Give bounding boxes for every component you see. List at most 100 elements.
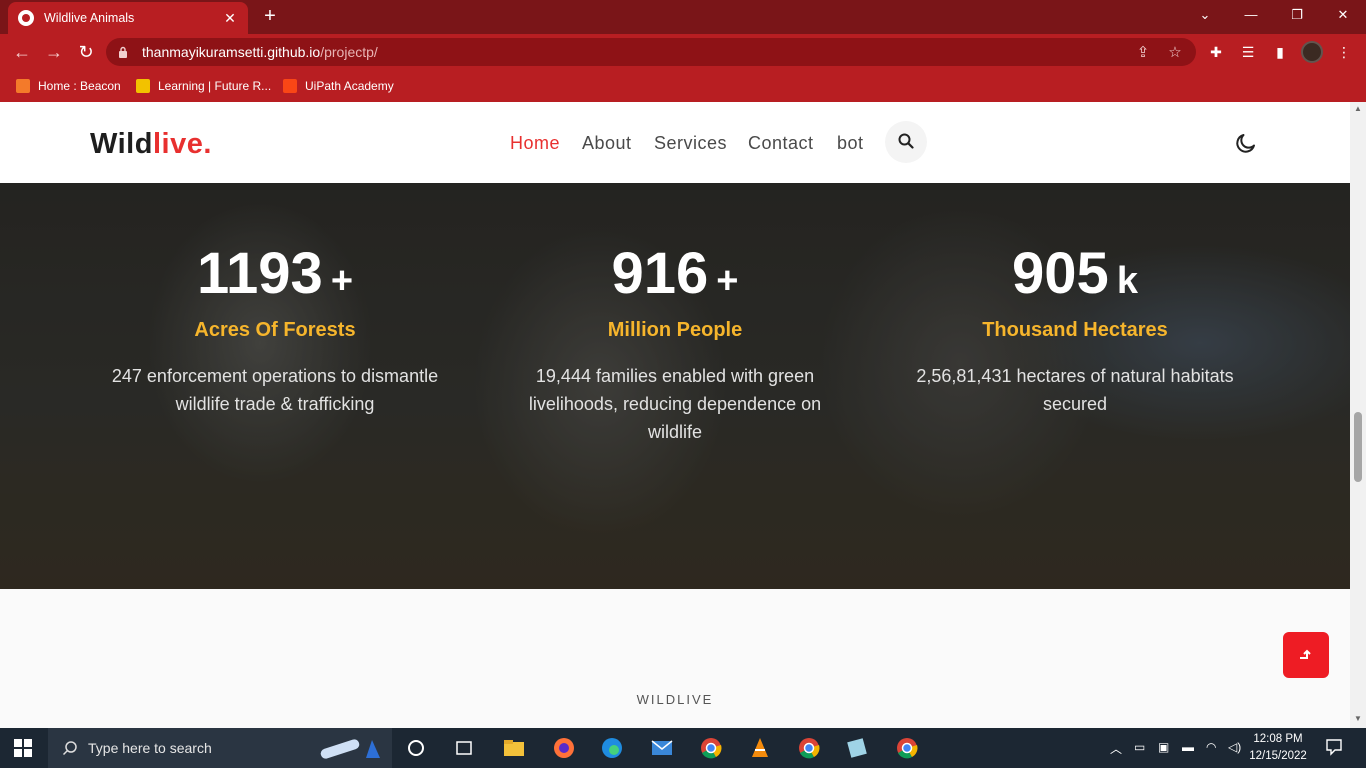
uipath-icon xyxy=(283,79,297,93)
file-explorer-icon[interactable] xyxy=(502,736,526,760)
scroll-to-top-button[interactable] xyxy=(1283,632,1329,678)
chrome-active-icon[interactable] xyxy=(797,736,821,760)
stat-forests: 1193 + Acres Of Forests 247 enforcement o… xyxy=(95,241,455,418)
notification-center-icon[interactable] xyxy=(1325,738,1343,756)
search-icon xyxy=(898,133,914,149)
stat-description: 2,56,81,431 hectares of natural habitats… xyxy=(916,366,1234,414)
address-bar[interactable]: thanmayikuramsetti.github.io/projectp/ ⇪… xyxy=(106,38,1196,66)
windows-taskbar: Type here to search ︿ ▭ ▣ ▬ ◠ ◁) 12:08 P… xyxy=(0,728,1366,768)
bookmark-label: Home : Beacon xyxy=(38,79,121,93)
wifi-icon[interactable]: ◠ xyxy=(1206,740,1216,754)
stat-suffix: + xyxy=(716,260,739,302)
firefox-icon[interactable] xyxy=(552,736,576,760)
restore-button[interactable]: ❐ xyxy=(1274,0,1320,30)
lock-icon xyxy=(119,46,127,58)
scroll-up-arrow-icon[interactable]: ▲ xyxy=(1353,104,1363,114)
url-path: /projectp/ xyxy=(320,44,378,60)
extensions-puzzle-icon[interactable]: ✚ xyxy=(1207,43,1225,61)
stat-value-row: 905 k xyxy=(895,241,1255,307)
taskbar-search-box[interactable]: Type here to search xyxy=(48,728,392,768)
stat-number: 905 xyxy=(1012,241,1109,306)
moon-icon[interactable] xyxy=(1234,131,1258,155)
cortana-icon[interactable] xyxy=(404,736,428,760)
logo-main: Wild xyxy=(90,128,153,160)
site-navbar: Wildlive. Home About Services Contact bo… xyxy=(0,102,1350,183)
nav-services[interactable]: Services xyxy=(654,133,727,154)
bookmark-label: UiPath Academy xyxy=(305,79,394,93)
page-viewport: Wildlive. Home About Services Contact bo… xyxy=(0,102,1366,728)
close-window-button[interactable]: ✕ xyxy=(1320,0,1366,30)
nav-home[interactable]: Home xyxy=(510,133,560,154)
chrome-profile-icon[interactable] xyxy=(895,736,919,760)
chrome-icon[interactable] xyxy=(699,736,723,760)
nav-contact[interactable]: Contact xyxy=(748,133,814,154)
bookmark-star-icon[interactable]: ☆ xyxy=(1166,44,1184,62)
back-arrow-icon[interactable]: ← xyxy=(10,40,34,64)
stat-value-row: 916 + xyxy=(495,241,855,307)
scrollbar-thumb[interactable] xyxy=(1354,412,1362,482)
stat-hectares: 905 k Thousand Hectares 2,56,81,431 hecta… xyxy=(895,241,1255,418)
bookmark-learning[interactable]: Learning | Future R... xyxy=(136,77,271,95)
browser-tab[interactable]: Wildlive Animals ✕ xyxy=(8,2,248,34)
stat-number: 1193 xyxy=(196,241,323,306)
stat-description: 247 enforcement operations to dismantle … xyxy=(111,366,439,414)
stat-suffix: + xyxy=(330,260,354,302)
tab-close-icon[interactable]: ✕ xyxy=(222,10,238,27)
battery-icon[interactable]: ▬ xyxy=(1182,740,1194,754)
profile-avatar[interactable] xyxy=(1301,41,1323,63)
stat-number: 916 xyxy=(611,241,709,306)
section-eyebrow: WILDLIVE xyxy=(636,692,714,707)
beacon-icon xyxy=(16,79,30,93)
vlc-icon[interactable] xyxy=(748,736,772,760)
notes-app-icon[interactable] xyxy=(845,736,869,760)
taskbar-clock[interactable]: 12:08 PM 12/15/2022 xyxy=(1248,731,1308,765)
chrome-menu-icon[interactable]: ⋮ xyxy=(1335,43,1353,61)
url-host: thanmayikuramsetti.github.io xyxy=(142,44,321,60)
learning-icon xyxy=(136,79,150,93)
mail-icon[interactable] xyxy=(650,736,674,760)
bookmark-beacon[interactable]: Home : Beacon xyxy=(16,77,121,95)
stat-label: Acres Of Forests xyxy=(194,319,356,341)
edge-icon[interactable] xyxy=(600,736,624,760)
share-icon[interactable]: ⇪ xyxy=(1134,44,1152,62)
search-highlight-art-icon xyxy=(320,739,380,759)
arrow-up-icon xyxy=(1300,649,1311,659)
clock-date: 12/15/2022 xyxy=(1249,750,1307,762)
clock-time: 12:08 PM xyxy=(1253,733,1303,745)
logo-accent: live. xyxy=(152,128,212,160)
page-scrollbar[interactable]: ▲ ▼ xyxy=(1350,102,1366,728)
task-view-icon[interactable] xyxy=(452,736,476,760)
nav-about[interactable]: About xyxy=(582,133,632,154)
side-panel-icon[interactable]: ▮ xyxy=(1271,43,1289,61)
tray-overflow-chevron-icon[interactable]: ︿ xyxy=(1110,740,1122,757)
scroll-down-arrow-icon[interactable]: ▼ xyxy=(1353,714,1363,724)
bookmark-label: Learning | Future R... xyxy=(158,79,272,93)
site-logo[interactable]: Wildlive. xyxy=(90,128,212,161)
tab-favicon-icon xyxy=(18,10,34,26)
nav-bot[interactable]: bot xyxy=(837,133,864,154)
volume-icon[interactable]: ◁) xyxy=(1228,740,1241,754)
bookmark-uipath[interactable]: UiPath Academy xyxy=(283,77,394,95)
display-icon[interactable]: ▣ xyxy=(1158,740,1169,754)
forward-arrow-icon[interactable]: → xyxy=(42,40,66,64)
browser-toolbar: ← → ↻ thanmayikuramsetti.github.io/proje… xyxy=(0,34,1366,70)
windows-start-icon[interactable] xyxy=(14,739,32,757)
new-tab-button[interactable]: + xyxy=(258,4,282,28)
tab-title: Wildlive Animals xyxy=(44,11,135,25)
stat-suffix: k xyxy=(1116,260,1138,302)
stats-hero-section: 1193 + Acres Of Forests 247 enforcement o… xyxy=(0,183,1350,589)
site-search-button[interactable] xyxy=(885,121,927,163)
taskbar-search-placeholder: Type here to search xyxy=(88,740,212,756)
stat-value-row: 1193 + xyxy=(95,241,455,307)
stat-description: 19,444 families enabled with green livel… xyxy=(528,366,822,442)
tab-search-chevron-icon[interactable]: ⌄ xyxy=(1182,0,1228,30)
reload-icon[interactable]: ↻ xyxy=(74,40,98,64)
browser-titlebar: Wildlive Animals ✕ + ⌄ — ❐ ✕ xyxy=(0,0,1366,34)
meet-now-icon[interactable]: ▭ xyxy=(1134,740,1145,754)
search-icon xyxy=(62,741,77,756)
media-queue-icon[interactable]: ☰ xyxy=(1239,43,1257,61)
stat-label: Million People xyxy=(607,319,743,341)
minimize-button[interactable]: — xyxy=(1228,0,1274,30)
stat-people: 916 + Million People 19,444 families enab… xyxy=(495,241,855,446)
bookmarks-bar: Home : Beacon Learning | Future R... UiP… xyxy=(0,70,1366,102)
